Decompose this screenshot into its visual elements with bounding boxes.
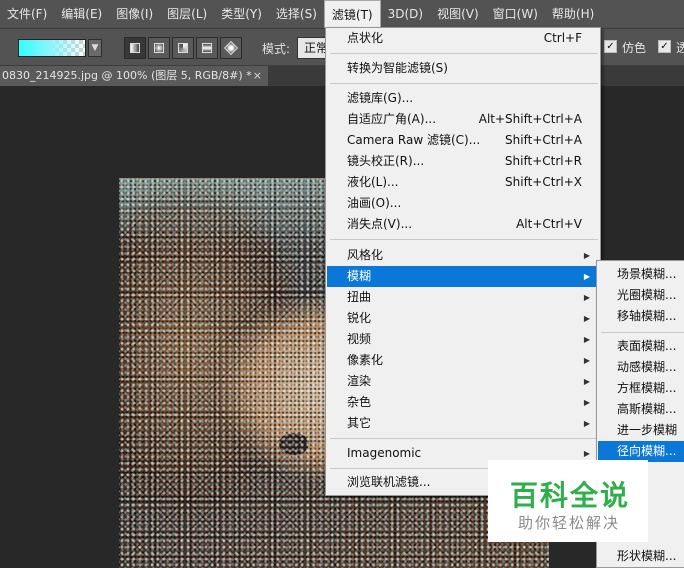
menu-item-lens-correction[interactable]: 镜头校正(R)... Shift+Ctrl+R	[327, 151, 599, 172]
menu-item-video[interactable]: 视频 ▶	[327, 329, 599, 350]
submenu-arrow-icon: ▶	[583, 335, 590, 344]
submenu-arrow-icon: ▶	[583, 398, 590, 407]
menu-select[interactable]: 选择(S)	[269, 0, 324, 28]
diamond-gradient-button[interactable]	[220, 37, 242, 59]
submenu-item-motion-blur[interactable]: 动感模糊...	[598, 357, 684, 378]
submenu-arrow-icon: ▶	[583, 251, 590, 260]
submenu-item-radial-blur[interactable]: 径向模糊...	[598, 441, 684, 462]
menu-separator	[330, 83, 598, 84]
document-tab[interactable]: 0830_214925.jpg @ 100% (图层 5, RGB/8#) * …	[0, 66, 268, 86]
menu-edit[interactable]: 编辑(E)	[54, 0, 109, 28]
submenu-item-field-blur[interactable]: 场景模糊...	[598, 264, 684, 285]
menu-item-vanishing-point[interactable]: 消失点(V)... Alt+Ctrl+V	[327, 214, 599, 235]
menu-item-sharpen[interactable]: 锐化 ▶	[327, 308, 599, 329]
submenu-item-gaussian-blur[interactable]: 高斯模糊...	[598, 399, 684, 420]
menu-type[interactable]: 类型(Y)	[214, 0, 269, 28]
dither-label: 仿色	[622, 41, 647, 55]
submenu-arrow-icon: ▶	[583, 356, 590, 365]
menu-item-blur[interactable]: 模糊 ▶	[327, 266, 599, 287]
watermark-logo: 百科全说 助你轻松解决	[488, 460, 648, 542]
submenu-separator	[601, 332, 684, 333]
menu-item-stylize[interactable]: 风格化 ▶	[327, 245, 599, 266]
menu-item-smart-filter[interactable]: 转换为智能滤镜(S)	[327, 58, 599, 79]
submenu-arrow-icon: ▶	[583, 377, 590, 386]
menu-item-camera-raw[interactable]: Camera Raw 滤镜(C)... Shift+Ctrl+A	[327, 130, 599, 151]
menu-image[interactable]: 图像(I)	[109, 0, 160, 28]
menu-item-other[interactable]: 其它 ▶	[327, 413, 599, 434]
menu-item-liquify[interactable]: 液化(L)... Shift+Ctrl+X	[327, 172, 599, 193]
filter-menu: 点状化 Ctrl+F 转换为智能滤镜(S) 滤镜库(G)... 自适应广角(A).…	[325, 27, 601, 496]
menu-3d[interactable]: 3D(D)	[381, 0, 430, 28]
menu-view[interactable]: 视图(V)	[430, 0, 486, 28]
transparency-label: 透	[676, 41, 684, 55]
menu-help[interactable]: 帮助(H)	[545, 0, 601, 28]
mode-label: 模式:	[262, 42, 291, 56]
reflected-gradient-button[interactable]	[196, 37, 218, 59]
gradient-picker[interactable]	[18, 39, 86, 57]
menu-window[interactable]: 窗口(W)	[486, 0, 545, 28]
submenu-item-shape-blur[interactable]: 形状模糊...	[598, 546, 684, 567]
submenu-arrow-icon: ▶	[583, 272, 590, 281]
close-tab-icon[interactable]: ×	[253, 66, 262, 86]
menu-item-last-filter[interactable]: 点状化 Ctrl+F	[327, 28, 599, 49]
submenu-item-box-blur[interactable]: 方框模糊...	[598, 378, 684, 399]
menu-bar: 文件(F) 编辑(E) 图像(I) 图层(L) 类型(Y) 选择(S) 滤镜(T…	[0, 0, 684, 28]
gradient-dropdown-button[interactable]: ▼	[88, 39, 102, 57]
submenu-arrow-icon: ▶	[583, 314, 590, 323]
menu-separator	[330, 53, 598, 54]
submenu-arrow-icon: ▶	[583, 419, 590, 428]
submenu-item-tilt-shift[interactable]: 移轴模糊...	[598, 306, 684, 327]
submenu-item-surface-blur[interactable]: 表面模糊...	[598, 336, 684, 357]
menu-item-noise[interactable]: 杂色 ▶	[327, 392, 599, 413]
radial-gradient-button[interactable]	[148, 37, 170, 59]
menu-item-oil-paint[interactable]: 油画(O)...	[327, 193, 599, 214]
menu-item-render[interactable]: 渲染 ▶	[327, 371, 599, 392]
watermark-subtitle: 助你轻松解决	[518, 514, 621, 532]
menu-item-filter-gallery[interactable]: 滤镜库(G)...	[327, 88, 599, 109]
menu-item-distort[interactable]: 扭曲 ▶	[327, 287, 599, 308]
menu-file[interactable]: 文件(F)	[0, 0, 54, 28]
menu-separator	[330, 438, 598, 439]
dither-checkbox[interactable]: ✓	[604, 40, 617, 53]
menu-item-adaptive-wide-angle[interactable]: 自适应广角(A)... Alt+Shift+Ctrl+A	[327, 109, 599, 130]
menu-separator	[330, 239, 598, 240]
menu-item-pixelate[interactable]: 像素化 ▶	[327, 350, 599, 371]
transparency-checkbox[interactable]: ✓	[658, 40, 671, 53]
document-tab-title: 0830_214925.jpg @ 100% (图层 5, RGB/8#) *	[2, 69, 252, 82]
menu-filter[interactable]: 滤镜(T)	[323, 0, 381, 28]
angle-gradient-button[interactable]	[172, 37, 194, 59]
linear-gradient-button[interactable]	[124, 37, 146, 59]
submenu-arrow-icon: ▶	[583, 293, 590, 302]
submenu-item-iris-blur[interactable]: 光圈模糊...	[598, 285, 684, 306]
menu-layer[interactable]: 图层(L)	[160, 0, 214, 28]
watermark-title: 百科全说	[510, 479, 631, 512]
submenu-item-blur-more[interactable]: 进一步模糊	[598, 420, 684, 441]
